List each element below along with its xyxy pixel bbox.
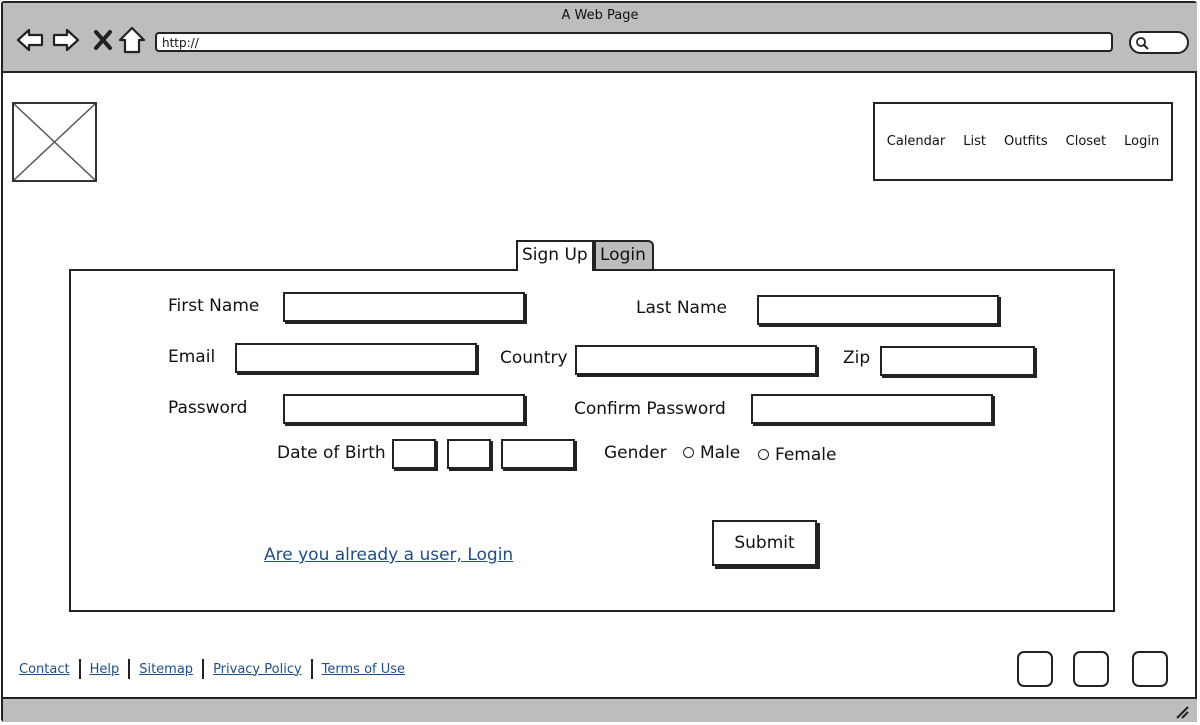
password-field[interactable]	[283, 394, 525, 424]
dob-day-field[interactable]	[392, 439, 436, 469]
main-navigation: Calendar List Outfits Closet Login	[873, 102, 1173, 181]
confirm-password-field[interactable]	[751, 394, 993, 424]
submit-button[interactable]: Submit	[712, 520, 817, 566]
nav-item-login[interactable]: Login	[1124, 134, 1159, 149]
last-name-field[interactable]	[757, 295, 999, 325]
email-field[interactable]	[235, 343, 477, 373]
tab-sign-up[interactable]: Sign Up	[516, 240, 594, 271]
browser-search-field[interactable]	[1129, 31, 1189, 54]
search-icon	[1136, 37, 1149, 50]
dob-year-field[interactable]	[501, 439, 575, 469]
social-icon-1[interactable]	[1017, 651, 1053, 687]
logo-image-placeholder	[12, 102, 97, 182]
footer-link-contact[interactable]: Contact	[19, 662, 70, 677]
tab-login[interactable]: Login	[594, 240, 654, 270]
footer-link-help[interactable]: Help	[90, 662, 120, 677]
home-icon[interactable]	[117, 25, 147, 55]
social-icon-3[interactable]	[1132, 651, 1168, 687]
nav-item-outfits[interactable]: Outfits	[1004, 134, 1048, 149]
dob-month-field[interactable]	[447, 439, 491, 469]
nav-item-closet[interactable]: Closet	[1066, 134, 1107, 149]
footer-divider	[202, 659, 205, 679]
footer-links: Contact Help Sitemap Privacy Policy Term…	[19, 659, 405, 679]
already-user-login-link[interactable]: Are you already a user, Login	[264, 545, 513, 565]
gender-female-radio[interactable]	[758, 449, 769, 460]
footer-divider	[78, 659, 81, 679]
zip-field[interactable]	[880, 346, 1035, 376]
country-field[interactable]	[575, 345, 817, 375]
nav-item-list[interactable]: List	[963, 134, 986, 149]
footer-link-privacy-policy[interactable]: Privacy Policy	[213, 662, 302, 677]
nav-item-calendar[interactable]: Calendar	[887, 134, 945, 149]
footer-divider	[310, 659, 313, 679]
social-icon-2[interactable]	[1073, 651, 1109, 687]
close-x-icon[interactable]	[88, 25, 118, 55]
footer-link-sitemap[interactable]: Sitemap	[139, 662, 193, 677]
browser-toolbar: A Web Page http://	[3, 3, 1197, 73]
footer-divider	[128, 659, 131, 679]
back-arrow-icon[interactable]	[15, 25, 45, 55]
status-bar	[3, 697, 1197, 722]
window-title: A Web Page	[561, 8, 639, 23]
first-name-field[interactable]	[283, 292, 525, 322]
gender-male-radio[interactable]	[683, 447, 694, 458]
footer-link-terms-of-use[interactable]: Terms of Use	[322, 662, 405, 677]
resize-grip-icon[interactable]	[1173, 703, 1189, 719]
forward-arrow-icon[interactable]	[51, 25, 81, 55]
url-bar[interactable]: http://	[155, 32, 1113, 52]
